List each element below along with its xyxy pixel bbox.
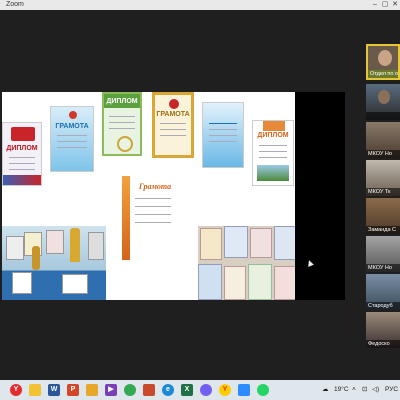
yandex-icon[interactable]: Y (10, 384, 22, 396)
participant-tile[interactable]: Отдел по обр (366, 44, 400, 80)
shared-screen-margin (295, 92, 345, 300)
chrome-icon[interactable] (124, 384, 136, 396)
participant-tile[interactable]: Заманда С (366, 198, 400, 234)
gramota-blue: ГРАМОТА (50, 106, 94, 172)
certificate-blue (202, 102, 244, 168)
gramota-gold: ГРАМОТА (152, 92, 194, 158)
participant-tile[interactable]: МКОУ Но (366, 236, 400, 272)
minimize-icon[interactable]: – (370, 0, 380, 10)
participant-tile[interactable] (366, 84, 400, 120)
media-icon[interactable]: ▶ (105, 384, 117, 396)
whatsapp-icon[interactable] (257, 384, 269, 396)
tray-chevron-icon[interactable]: ˄ (352, 380, 356, 400)
images-icon[interactable] (143, 384, 155, 396)
diploma-left: ДИПЛОМ (2, 122, 42, 186)
maximize-icon[interactable]: ▢ (380, 0, 390, 10)
weather-temp[interactable]: 19°C (334, 380, 349, 400)
excel-icon[interactable]: X (181, 384, 193, 396)
participant-tile[interactable]: Федоско (366, 312, 400, 348)
word-icon[interactable]: W (48, 384, 60, 396)
edge-icon[interactable]: e (162, 384, 174, 396)
powerpoint-icon[interactable]: P (67, 384, 79, 396)
window-title: Zoom (6, 1, 24, 8)
taskbar: Y W P ▶ e X Y ☁ 19°C ˄ ⊡ ◁) РУС (0, 380, 400, 400)
network-icon[interactable]: ⊡ (362, 380, 367, 400)
diploma-green: ДИПЛОМ (102, 92, 142, 156)
shared-screen: ДИПЛОМ ГРАМОТА ДИПЛОМ ГРАМОТА ДИПЛОМ Гра… (2, 92, 295, 300)
trophy-photo (2, 226, 106, 300)
participant-tile[interactable]: МКОУ Тк (366, 160, 400, 196)
explorer-icon[interactable] (29, 384, 41, 396)
participant-tile[interactable]: МКОУ Но (366, 122, 400, 158)
viber-icon[interactable] (200, 384, 212, 396)
files-icon[interactable] (86, 384, 98, 396)
certificates-collage (198, 226, 295, 300)
zoom-icon[interactable] (238, 384, 250, 396)
volume-icon[interactable]: ◁) (372, 380, 379, 400)
participants-panel[interactable]: Отдел по обр МКОУ Но МКОУ Тк Заманда С М… (366, 44, 400, 348)
yandex-browser-icon[interactable]: Y (219, 384, 231, 396)
weather-icon[interactable]: ☁ (322, 380, 332, 400)
diploma-orange: ДИПЛОМ (252, 120, 294, 186)
language-indicator[interactable]: РУС (385, 380, 398, 400)
participant-tile[interactable]: Стародуб (366, 274, 400, 310)
close-icon[interactable]: ✕ (390, 0, 400, 10)
window-titlebar: Zoom – ▢ ✕ (0, 0, 400, 10)
gramota-center: Грамота (122, 176, 180, 260)
